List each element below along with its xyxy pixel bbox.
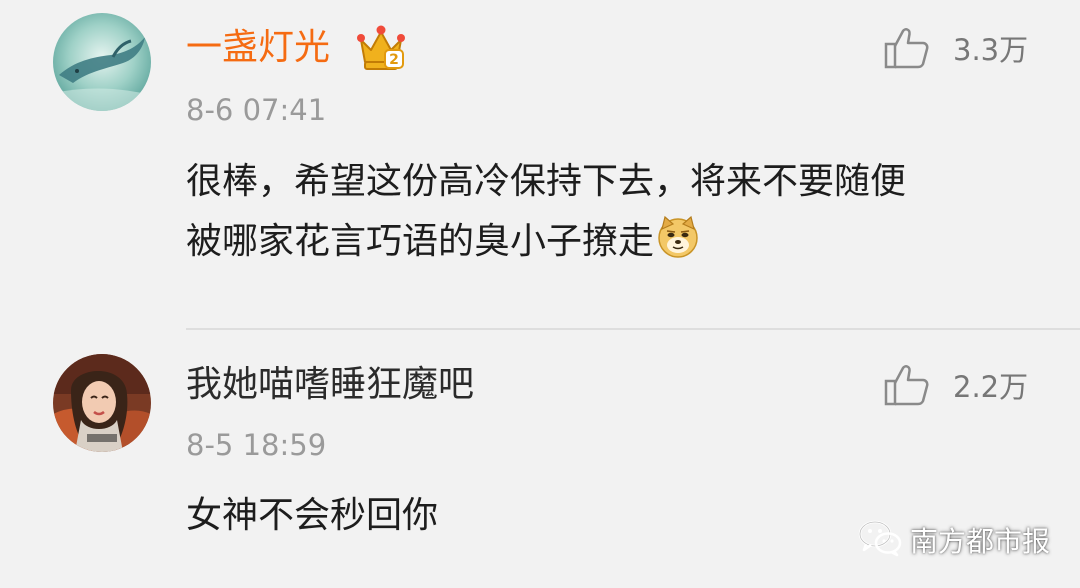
source-watermark: 南方都市报 (858, 518, 1050, 562)
avatar[interactable] (53, 13, 151, 111)
wechat-icon (858, 519, 902, 561)
comment-text-span: 被哪家花言巧语的臭小子撩走 (186, 221, 655, 262)
comment-text-line: 被哪家花言巧语的臭小子撩走 (186, 212, 906, 272)
username[interactable]: 一盏灯光 (186, 26, 330, 70)
like-count: 3.3万 (953, 33, 1029, 67)
timestamp: 8-6 07:41 (186, 93, 327, 127)
vip-crown-icon: 2 (357, 22, 405, 72)
comment-text: 很棒，希望这份高冷保持下去，将来不要随便 被哪家花言巧语的臭小子撩走 (186, 152, 906, 272)
comment-item: 一盏灯光 2 3.3万 8-6 07:41 很棒，希望这份高冷保持下去，将来不要… (0, 0, 1080, 328)
username[interactable]: 我她喵嗜睡狂魔吧 (186, 363, 474, 407)
like-count: 2.2万 (953, 370, 1029, 404)
comment-text: 女神不会秒回你 (186, 486, 438, 546)
comment-text-line: 女神不会秒回你 (186, 495, 439, 536)
comment-text-line: 很棒，希望这份高冷保持下去，将来不要随便 (186, 161, 907, 202)
like-thumb-icon[interactable] (884, 26, 930, 70)
avatar[interactable] (53, 354, 151, 452)
doge-icon (656, 215, 700, 259)
like-thumb-icon[interactable] (884, 363, 930, 407)
vip-level-text: 2 (389, 52, 399, 68)
watermark-label: 南方都市报 (910, 525, 1051, 558)
timestamp: 8-5 18:59 (186, 428, 327, 462)
